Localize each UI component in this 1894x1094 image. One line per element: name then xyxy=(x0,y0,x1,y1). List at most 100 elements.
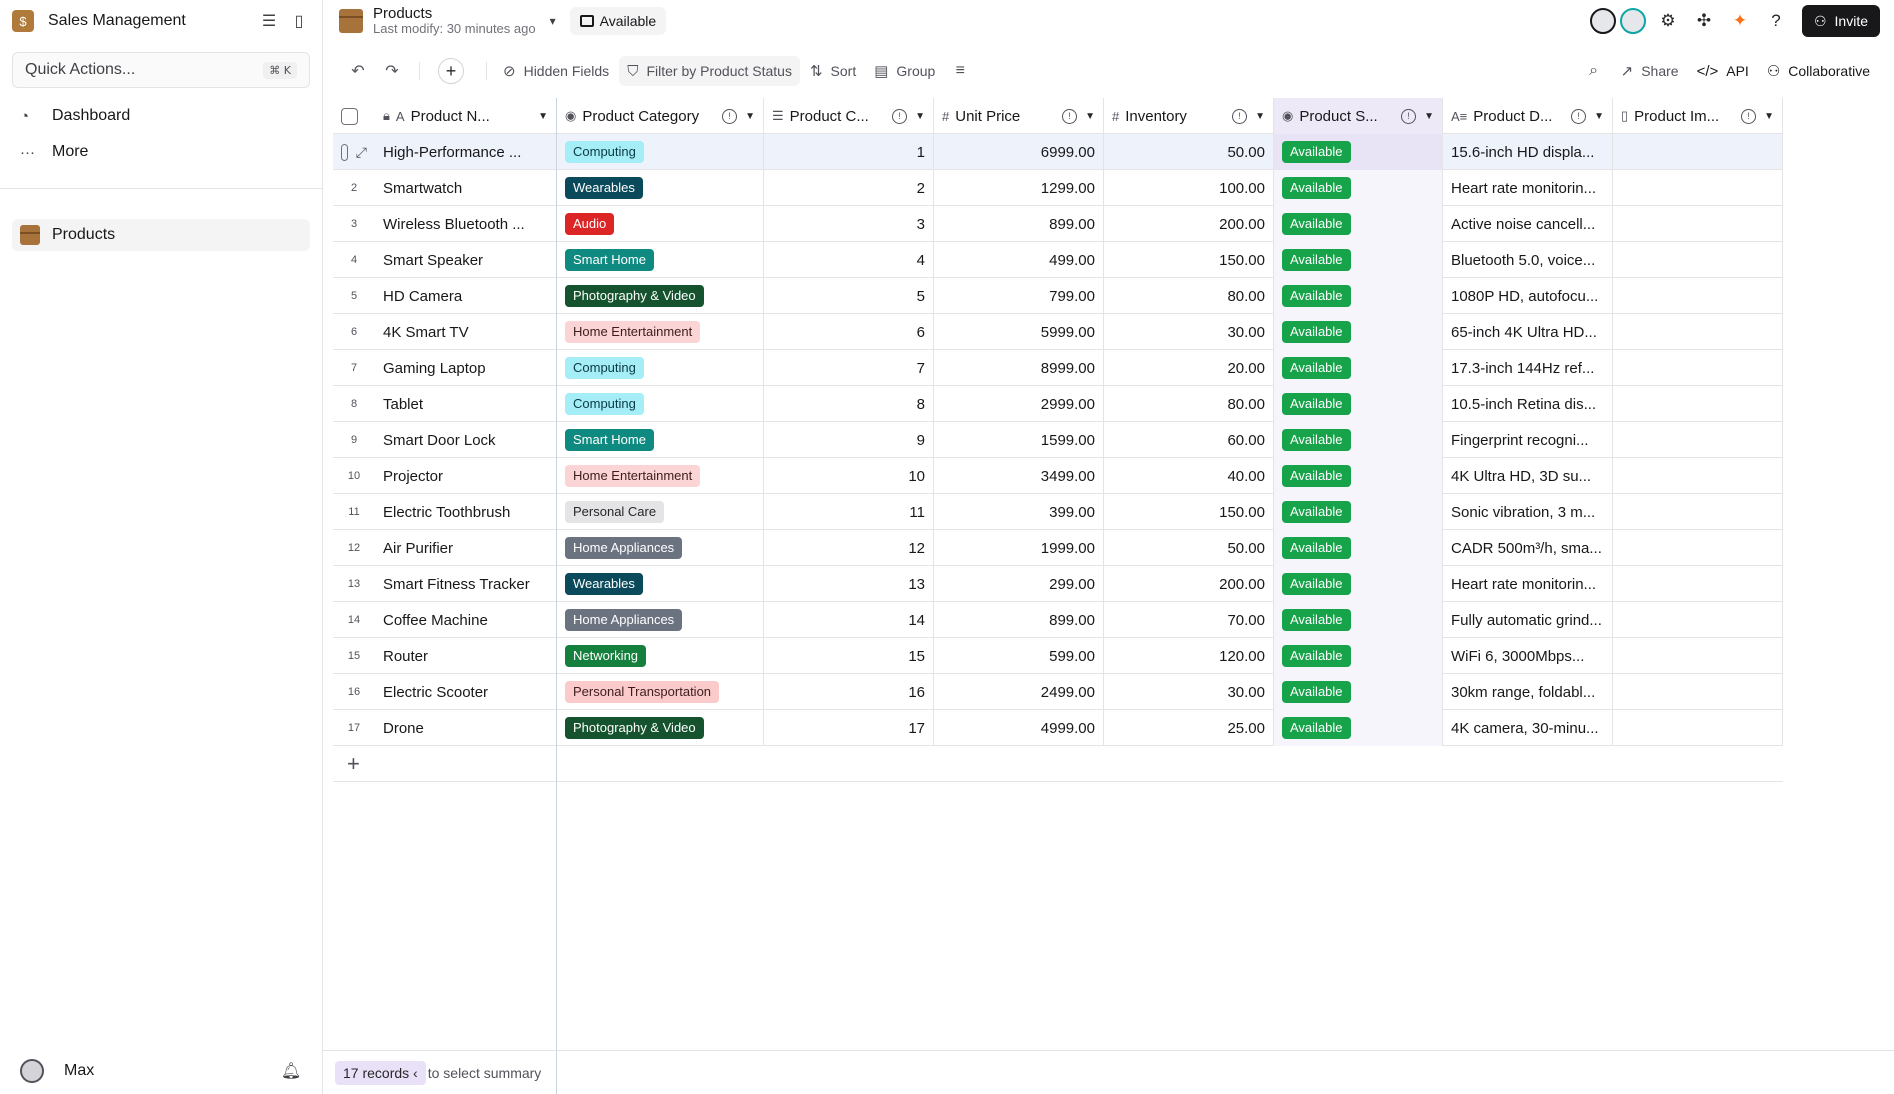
product-image-cell[interactable] xyxy=(1613,278,1783,314)
product-status-cell[interactable]: Available xyxy=(1274,314,1443,350)
product-image-cell[interactable] xyxy=(1613,458,1783,494)
info-icon[interactable]: ! xyxy=(722,108,738,124)
product-description-cell[interactable]: 65-inch 4K Ultra HD... xyxy=(1443,314,1613,350)
product-description-cell[interactable]: Fingerprint recogni... xyxy=(1443,422,1613,458)
plugin-icon[interactable]: ✣ xyxy=(1690,7,1718,35)
product-category-cell[interactable]: Home Entertainment xyxy=(557,314,764,350)
product-status-cell[interactable]: Available xyxy=(1274,458,1443,494)
sort-button[interactable]: ⇅ Sort xyxy=(802,56,864,86)
product-category-cell[interactable]: Audio xyxy=(557,206,764,242)
inventory-cell[interactable]: 200.00 xyxy=(1104,206,1274,242)
record-count[interactable]: 17 records ‹ xyxy=(335,1060,426,1085)
select-all-cell[interactable] xyxy=(333,98,375,134)
unit-price-cell[interactable]: 4999.00 xyxy=(934,710,1104,746)
column-header-product-image[interactable]: ▯ Product Im... ! ▼ xyxy=(1613,98,1783,134)
product-code-cell[interactable]: 13 xyxy=(764,566,934,602)
sidebar-item-dashboard[interactable]: ◔ Dashboard xyxy=(0,98,322,134)
group-button[interactable]: ▤ Group xyxy=(866,56,943,86)
inventory-cell[interactable]: 50.00 xyxy=(1104,134,1274,170)
product-category-cell[interactable]: Computing xyxy=(557,134,764,170)
row-height-icon[interactable]: ≡ xyxy=(945,56,975,86)
unit-price-cell[interactable]: 499.00 xyxy=(934,242,1104,278)
product-description-cell[interactable]: 10.5-inch Retina dis... xyxy=(1443,386,1613,422)
product-description-cell[interactable]: Heart rate monitorin... xyxy=(1443,566,1613,602)
product-description-cell[interactable]: 1080P HD, autofocu... xyxy=(1443,278,1613,314)
search-icon[interactable]: ⌕ xyxy=(1579,56,1609,86)
chevron-down-icon[interactable]: ▼ xyxy=(745,111,755,122)
product-name-cell[interactable]: Router xyxy=(375,638,557,674)
product-category-cell[interactable]: Computing xyxy=(557,350,764,386)
table-name[interactable]: Products xyxy=(373,6,536,22)
product-image-cell[interactable] xyxy=(1613,350,1783,386)
info-icon[interactable]: ! xyxy=(1401,108,1417,124)
product-status-cell[interactable]: Available xyxy=(1274,206,1443,242)
redo-icon[interactable]: ↷ xyxy=(377,56,407,86)
product-category-cell[interactable]: Home Appliances xyxy=(557,602,764,638)
product-description-cell[interactable]: Heart rate monitorin... xyxy=(1443,170,1613,206)
product-code-cell[interactable]: 14 xyxy=(764,602,934,638)
product-code-cell[interactable]: 9 xyxy=(764,422,934,458)
column-header-inventory[interactable]: # Inventory ! ▼ xyxy=(1104,98,1274,134)
add-record-button[interactable]: + xyxy=(438,58,464,84)
table-row[interactable]: 6 4K Smart TV Home Entertainment 6 5999.00 30… xyxy=(333,314,1783,350)
table-row[interactable]: 11 Electric Toothbrush Personal Care 11 399.… xyxy=(333,494,1783,530)
product-description-cell[interactable]: 30km range, foldabl... xyxy=(1443,674,1613,710)
product-status-cell[interactable]: Available xyxy=(1274,386,1443,422)
inventory-cell[interactable]: 30.00 xyxy=(1104,674,1274,710)
sparkle-icon[interactable]: ✦ xyxy=(1726,7,1754,35)
inventory-cell[interactable]: 150.00 xyxy=(1104,494,1274,530)
product-code-cell[interactable]: 7 xyxy=(764,350,934,386)
product-image-cell[interactable] xyxy=(1613,206,1783,242)
unit-price-cell[interactable]: 899.00 xyxy=(934,602,1104,638)
product-name-cell[interactable]: Wireless Bluetooth ... xyxy=(375,206,557,242)
product-code-cell[interactable]: 10 xyxy=(764,458,934,494)
product-category-cell[interactable]: Home Appliances xyxy=(557,530,764,566)
product-description-cell[interactable]: Sonic vibration, 3 m... xyxy=(1443,494,1613,530)
table-row[interactable]: 15 Router Networking 15 599.00 120.00 Availabl… xyxy=(333,638,1783,674)
collaborator-avatar[interactable] xyxy=(1619,8,1646,34)
product-category-cell[interactable]: Networking xyxy=(557,638,764,674)
info-icon[interactable]: ! xyxy=(1062,108,1078,124)
info-icon[interactable]: ! xyxy=(1741,108,1757,124)
table-row[interactable]: 4 Smart Speaker Smart Home 4 499.00 150.00 Ava… xyxy=(333,242,1783,278)
product-description-cell[interactable]: 4K Ultra HD, 3D su... xyxy=(1443,458,1613,494)
product-name-cell[interactable]: Tablet xyxy=(375,386,557,422)
product-image-cell[interactable] xyxy=(1613,530,1783,566)
product-name-cell[interactable]: High-Performance ... xyxy=(375,134,557,170)
product-description-cell[interactable]: CADR 500m³/h, sma... xyxy=(1443,530,1613,566)
bell-icon[interactable]: 🔔︎ xyxy=(280,1060,302,1082)
row-select-cell[interactable]: ⤢ xyxy=(333,134,375,170)
unit-price-cell[interactable]: 399.00 xyxy=(934,494,1104,530)
product-code-cell[interactable]: 15 xyxy=(764,638,934,674)
table-row[interactable]: 16 Electric Scooter Personal Transportatio… xyxy=(333,674,1783,710)
product-code-cell[interactable]: 1 xyxy=(764,134,934,170)
chevron-down-icon[interactable]: ▼ xyxy=(1255,111,1265,122)
product-status-cell[interactable]: Available xyxy=(1274,422,1443,458)
info-icon[interactable]: ! xyxy=(1232,108,1248,124)
inventory-cell[interactable]: 80.00 xyxy=(1104,278,1274,314)
inventory-cell[interactable]: 60.00 xyxy=(1104,422,1274,458)
view-tab[interactable]: Available xyxy=(569,7,667,35)
info-icon[interactable]: ! xyxy=(892,108,908,124)
product-category-cell[interactable]: Personal Transportation xyxy=(557,674,764,710)
unit-price-cell[interactable]: 3499.00 xyxy=(934,458,1104,494)
sidebar-item-more[interactable]: ··· More xyxy=(0,134,322,170)
product-name-cell[interactable]: Electric Toothbrush xyxy=(375,494,557,530)
quick-actions-button[interactable]: Quick Actions... ⌘ K xyxy=(12,52,310,88)
product-description-cell[interactable]: Bluetooth 5.0, voice... xyxy=(1443,242,1613,278)
product-name-cell[interactable]: 4K Smart TV xyxy=(375,314,557,350)
table-row[interactable]: 9 Smart Door Lock Smart Home 9 1599.00 60.00 A… xyxy=(333,422,1783,458)
product-status-cell[interactable]: Available xyxy=(1274,134,1443,170)
table-row[interactable]: 7 Gaming Laptop Computing 7 8999.00 20.00 Avai… xyxy=(333,350,1783,386)
product-status-cell[interactable]: Available xyxy=(1274,170,1443,206)
chevron-down-icon[interactable]: ▼ xyxy=(538,111,548,122)
product-status-cell[interactable]: Available xyxy=(1274,494,1443,530)
chevron-down-icon[interactable]: ▼ xyxy=(1424,111,1434,122)
inventory-cell[interactable]: 70.00 xyxy=(1104,602,1274,638)
inventory-cell[interactable]: 50.00 xyxy=(1104,530,1274,566)
product-image-cell[interactable] xyxy=(1613,566,1783,602)
unit-price-cell[interactable]: 2499.00 xyxy=(934,674,1104,710)
product-image-cell[interactable] xyxy=(1613,386,1783,422)
help-icon[interactable]: ? xyxy=(1762,7,1790,35)
unit-price-cell[interactable]: 6999.00 xyxy=(934,134,1104,170)
